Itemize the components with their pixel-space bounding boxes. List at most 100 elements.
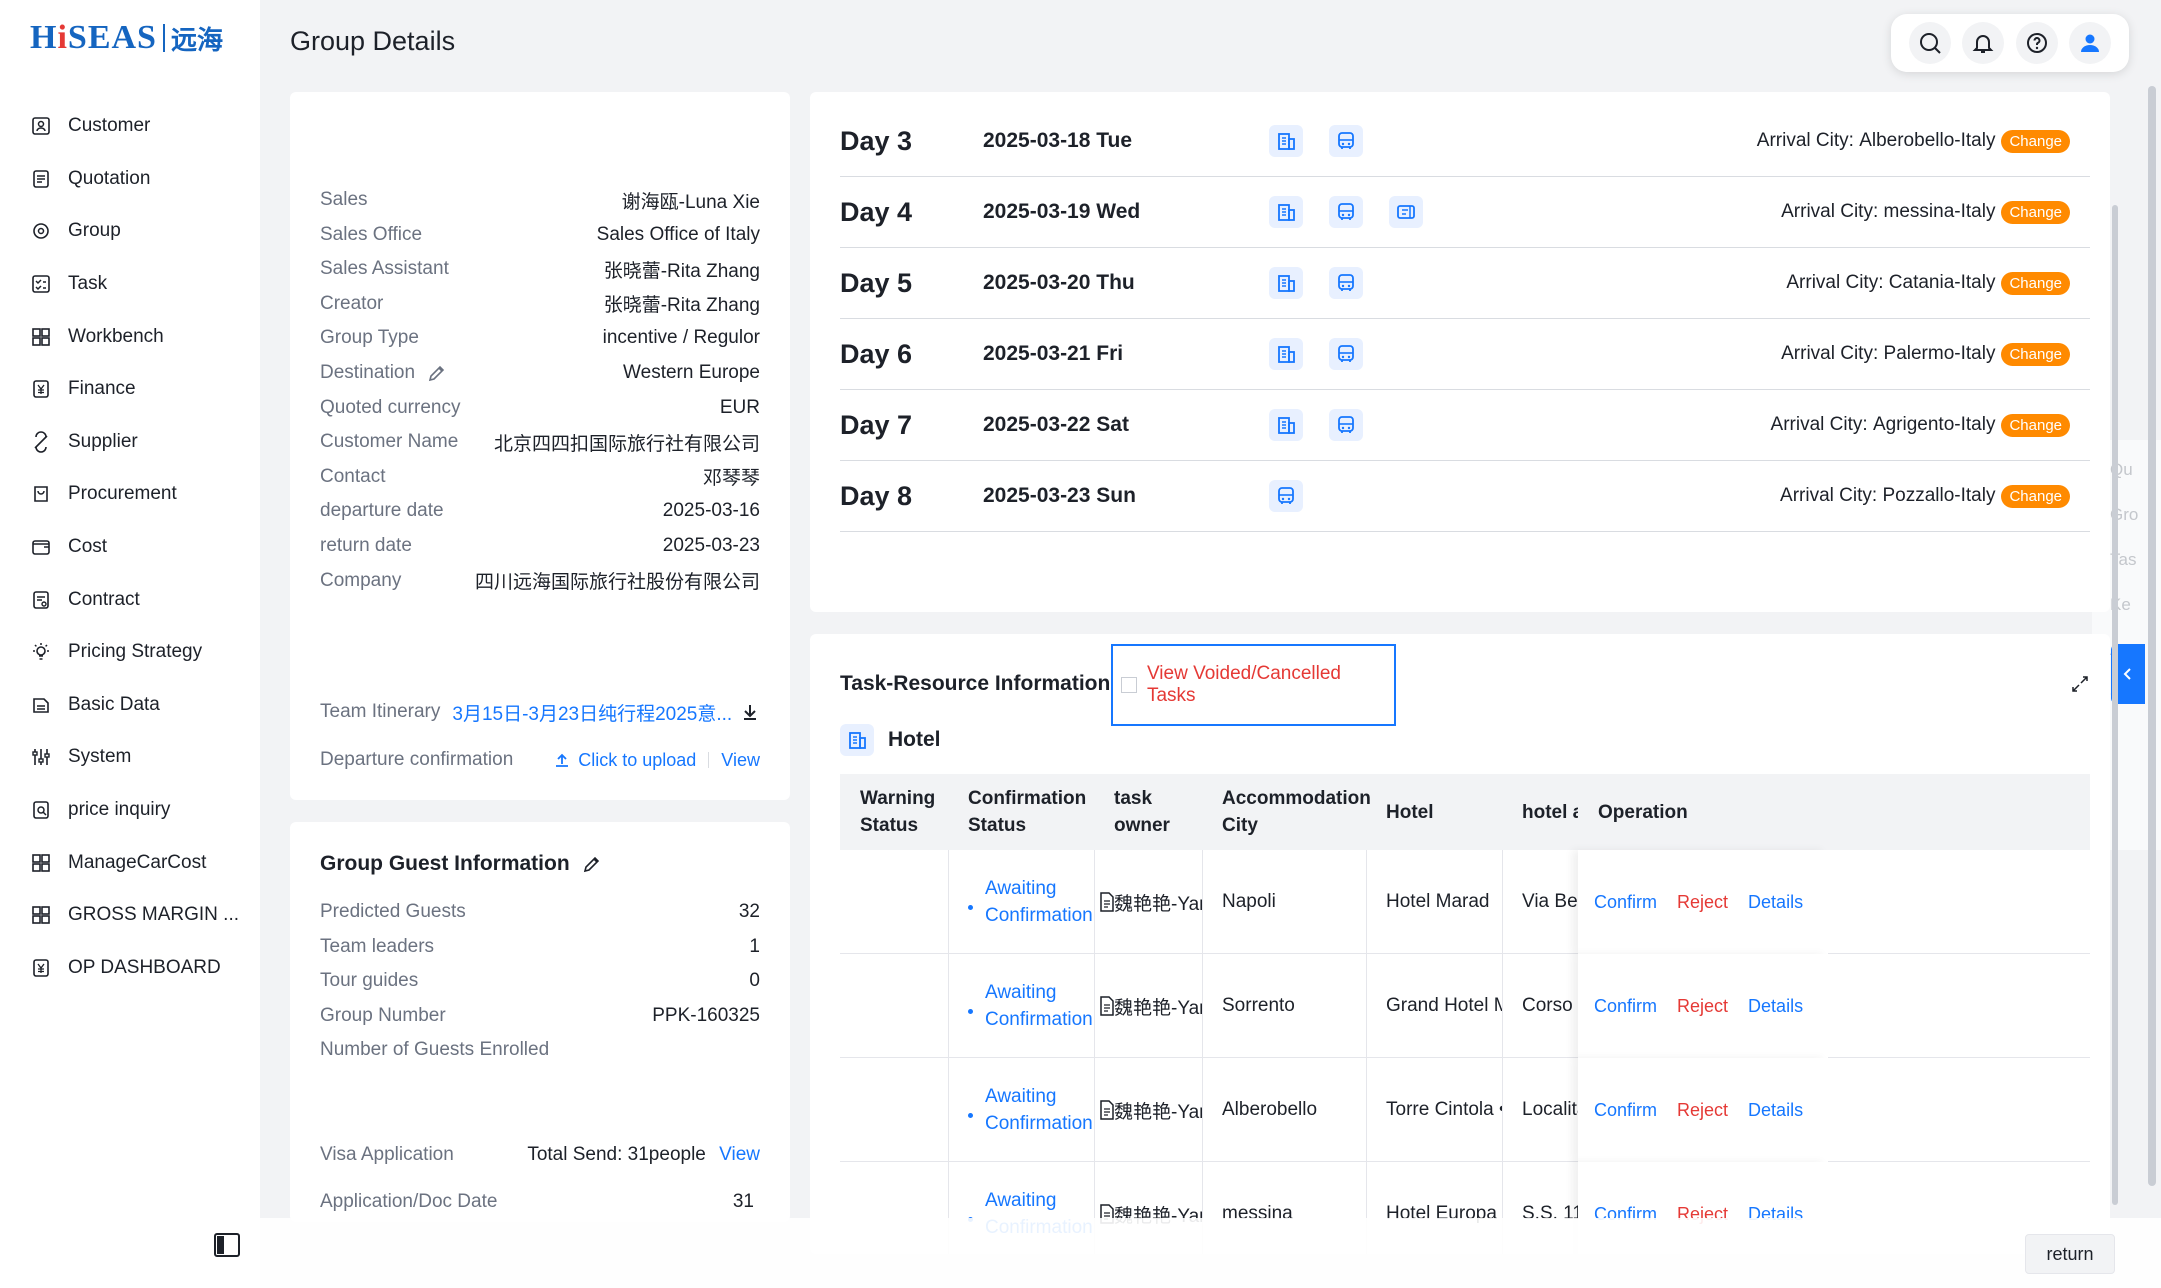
col-operation[interactable]: Operation [1578, 774, 1828, 850]
day-label: Day 8 [840, 480, 913, 511]
return-button[interactable]: return [2025, 1234, 2115, 1274]
edit-pen-icon[interactable] [427, 363, 447, 383]
content-scrollbar[interactable] [2112, 205, 2118, 1205]
details-button[interactable]: Details [1748, 1100, 1803, 1121]
sidebar-item-gross-margin[interactable]: GROSS MARGIN ... [0, 889, 260, 942]
ticket-icon[interactable] [1389, 196, 1423, 228]
sidebar-item-pricing-strategy[interactable]: Pricing Strategy [0, 626, 260, 679]
contract-icon [30, 589, 52, 611]
confirm-button[interactable]: Confirm [1594, 1100, 1657, 1121]
confirmation-status[interactable]: Awaiting Confirmation [985, 875, 1093, 929]
sidebar-item-supplier[interactable]: Supplier [0, 416, 260, 469]
bus-icon[interactable] [1329, 409, 1363, 441]
accommodation-city-cell: Napoli [1222, 891, 1276, 912]
creator-row: Creator 张晓蕾-Rita Zhang [320, 289, 760, 319]
bus-icon[interactable] [1329, 338, 1363, 370]
departure-view-link[interactable]: View [721, 750, 760, 771]
sidebar-item-system[interactable]: System [0, 731, 260, 784]
view-voided-tasks-checkbox[interactable]: View Voided/Cancelled Tasks [1111, 644, 1396, 726]
voided-checkbox[interactable] [1121, 677, 1137, 693]
destination-value: Western Europe [623, 362, 760, 383]
hotel-icon[interactable] [1269, 125, 1303, 157]
hotel-icon[interactable] [1269, 338, 1303, 370]
arrival-city-label: Arrival City: [1780, 485, 1878, 506]
sidebar-item-basic-data[interactable]: Basic Data [0, 679, 260, 732]
hotel-icon[interactable] [1269, 267, 1303, 299]
col-warning-status[interactable]: Warning Status [840, 774, 948, 850]
visa-view-link[interactable]: View [719, 1144, 760, 1165]
bus-icon[interactable] [1329, 267, 1363, 299]
upload-icon[interactable] [554, 752, 570, 768]
hotel-section-heading: Hotel [840, 724, 941, 756]
change-city-button[interactable]: Change [2001, 413, 2070, 437]
sidebar-item-op-dashboard[interactable]: OP DASHBOARD [0, 942, 260, 995]
table-row: Awaiting Confirmation 魏艳艳-Yan... Napoli Hot… [840, 850, 2090, 954]
reject-button[interactable]: Reject [1677, 1100, 1728, 1121]
sidebar-item-quotation[interactable]: Quotation [0, 153, 260, 206]
confirmation-status[interactable]: Awaiting Confirmation [985, 979, 1093, 1033]
sidebar-item-workbench[interactable]: Workbench [0, 310, 260, 363]
collapse-sidebar-icon[interactable] [214, 1233, 240, 1257]
departure-date-row: departure date 2025-03-16 [320, 496, 760, 526]
sidebar-item-price-inquiry[interactable]: price inquiry [0, 784, 260, 837]
change-city-button[interactable]: Change [2001, 342, 2070, 366]
bus-icon[interactable] [1269, 480, 1303, 512]
task-icon [30, 273, 52, 295]
day-date: 2025-03-22 Sat [983, 413, 1129, 436]
click-to-upload-link[interactable]: Click to upload [578, 750, 696, 771]
sidebar-item-customer[interactable]: Customer [0, 100, 260, 153]
sidebar-item-cost[interactable]: Cost [0, 521, 260, 574]
expand-icon[interactable] [2070, 674, 2090, 694]
sidebar-item-label: Supplier [68, 430, 138, 452]
sidebar-item-contract[interactable]: Contract [0, 573, 260, 626]
confirm-button[interactable]: Confirm [1594, 892, 1657, 913]
itinerary-file-link[interactable]: 3月15日-3月23日纯行程2025意... [452, 699, 740, 726]
search-icon[interactable] [1908, 22, 1951, 64]
change-city-button[interactable]: Change [2001, 129, 2070, 153]
guest-info-card: Group Guest Information Predicted Guests… [290, 822, 790, 1222]
sidebar-item-managecarcost[interactable]: ManageCarCost [0, 836, 260, 889]
procurement-icon [30, 483, 52, 505]
bell-icon[interactable] [1962, 22, 2005, 64]
number-of-guests-enrolled-label: Number of Guests Enrolled [320, 1039, 550, 1061]
col-task-owner[interactable]: task owner [1094, 774, 1202, 850]
confirmation-status[interactable]: Awaiting Confirmation [985, 1083, 1093, 1137]
reject-button[interactable]: Reject [1677, 996, 1728, 1017]
hotel-icon[interactable] [1269, 409, 1303, 441]
bus-icon[interactable] [1329, 125, 1363, 157]
sidebar-item-procurement[interactable]: Procurement [0, 468, 260, 521]
sidebar-item-group[interactable]: Group [0, 205, 260, 258]
customer-icon [30, 115, 52, 137]
change-city-button[interactable]: Change [2001, 484, 2070, 508]
warning-status-cell [840, 954, 948, 1058]
sidebar-item-finance[interactable]: Finance [0, 363, 260, 416]
user-avatar-icon[interactable] [2069, 22, 2112, 64]
col-confirmation-status[interactable]: Confirmation Status [948, 774, 1094, 850]
sidebar-item-task[interactable]: Task [0, 258, 260, 311]
edit-pen-icon[interactable] [582, 854, 602, 874]
reject-button[interactable]: Reject [1677, 892, 1728, 913]
bus-icon[interactable] [1329, 196, 1363, 228]
arrival-city: Arrival City: messina-Italy Change [1781, 200, 2070, 224]
operation-cell: Confirm Reject Details [1578, 954, 1828, 1058]
help-icon[interactable] [2015, 22, 2058, 64]
details-button[interactable]: Details [1748, 996, 1803, 1017]
change-city-button[interactable]: Change [2001, 200, 2070, 224]
arrival-city-value: Alberobello-Italy [1859, 130, 1996, 151]
hotel-icon[interactable] [1269, 196, 1303, 228]
details-button[interactable]: Details [1748, 892, 1803, 913]
page-scrollbar[interactable] [2148, 86, 2156, 1186]
confirmation-status-cell: Awaiting Confirmation [948, 954, 1094, 1058]
itinerary-day-row: Day 5 2025-03-20 Thu Arrival City: Catania… [840, 248, 2090, 319]
table-row: Awaiting Confirmation 魏艳艳-Yan... Alberobel… [840, 1058, 2090, 1162]
day-resource-icons [1269, 196, 1423, 228]
appdoc-date-row: Application/Doc Date 31 [320, 1187, 760, 1217]
group-type-value: incentive / Regulor [602, 327, 760, 349]
download-icon[interactable] [740, 702, 760, 722]
col-accommodation-city[interactable]: Accommodation City [1202, 774, 1371, 850]
day-date: 2025-03-21 Fri [983, 342, 1124, 365]
change-city-button[interactable]: Change [2001, 271, 2070, 295]
logo[interactable]: HiSEAS 远海 [30, 16, 223, 60]
confirm-button[interactable]: Confirm [1594, 996, 1657, 1017]
col-hotel[interactable]: Hotel [1366, 774, 1502, 850]
